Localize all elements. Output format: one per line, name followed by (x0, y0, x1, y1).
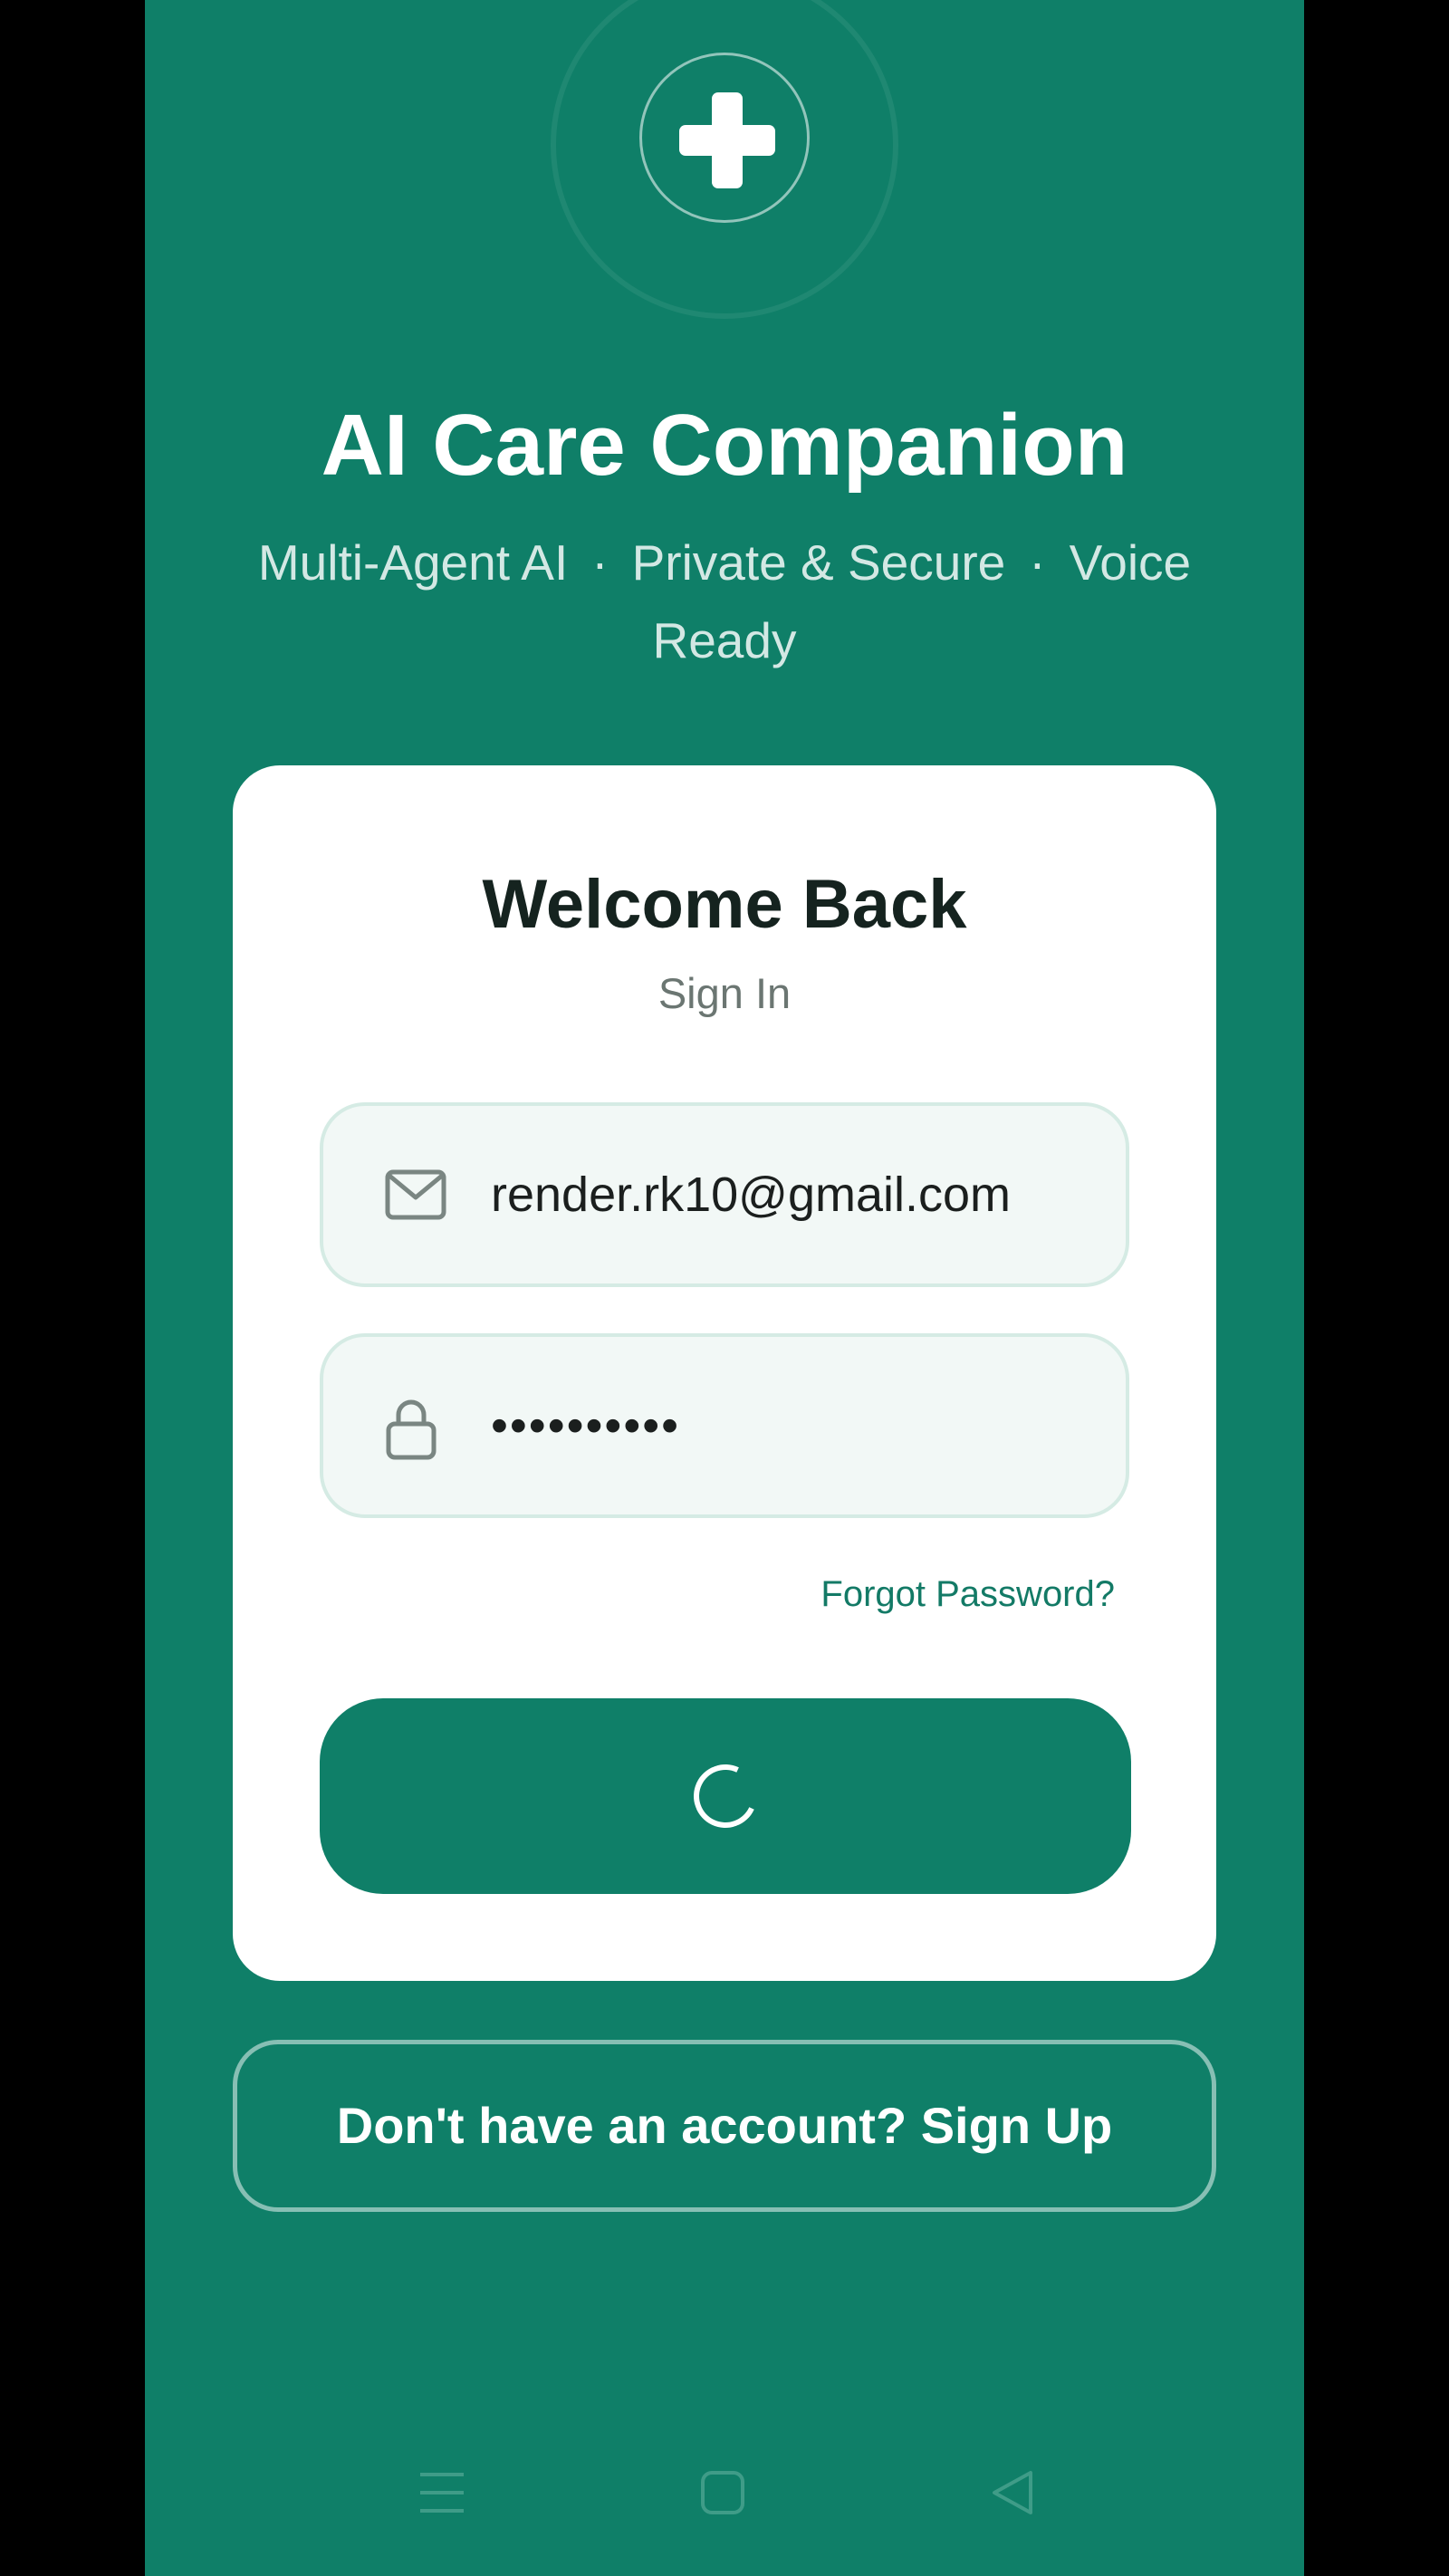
lock-icon (385, 1397, 437, 1465)
app-screen: AI Care Companion Multi-Agent AI · Private… (145, 0, 1304, 2576)
app-logo (639, 53, 810, 223)
menu-icon[interactable] (417, 2465, 467, 2524)
login-card: Welcome Back Sign In Forgot Password? (233, 765, 1216, 1981)
password-input[interactable] (491, 1373, 1098, 1478)
tagline-voice: Voice (1069, 534, 1192, 591)
email-input[interactable] (491, 1142, 1098, 1247)
password-field[interactable] (320, 1333, 1129, 1518)
app-title: AI Care Companion (321, 397, 1128, 494)
tagline-ready: Ready (652, 612, 797, 668)
system-nav-bar (145, 2446, 1304, 2554)
tagline: Multi-Agent AI · Private & Secure · Voice Rea… (226, 524, 1223, 679)
tagline-multi-agent: Multi-Agent AI (257, 534, 569, 591)
card-subtitle: Sign In (657, 969, 792, 1017)
forgot-password-link[interactable]: Forgot Password? (820, 1572, 1115, 1617)
tagline-private: Private & Secure (631, 534, 1006, 591)
email-field[interactable] (320, 1102, 1129, 1287)
card-title: Welcome Back (482, 866, 967, 943)
sign-up-button[interactable]: Don't have an account? Sign Up (233, 2040, 1216, 2212)
medical-cross-icon (679, 92, 775, 188)
home-icon[interactable] (697, 2465, 748, 2524)
back-icon[interactable] (987, 2465, 1038, 2524)
tagline-separator: · (1029, 534, 1046, 591)
loading-spinner-icon (685, 1755, 766, 1837)
tagline-separator: · (591, 534, 609, 591)
sign-in-button[interactable] (320, 1698, 1131, 1894)
mail-icon (385, 1169, 446, 1225)
